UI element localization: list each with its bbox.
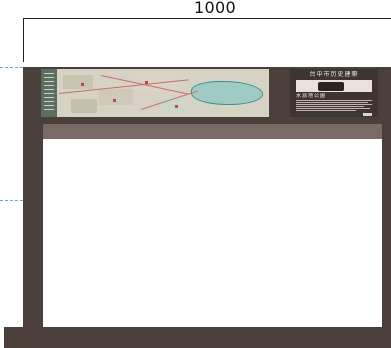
legend-line bbox=[44, 109, 54, 110]
info-title: 台中市历史建築 bbox=[309, 71, 359, 78]
map-district bbox=[71, 99, 97, 113]
map-marker bbox=[81, 83, 84, 86]
map-district bbox=[99, 89, 133, 105]
text-line bbox=[296, 104, 372, 105]
right-post bbox=[382, 120, 391, 330]
map-park bbox=[161, 97, 187, 113]
info-caption: 水源地公園 bbox=[296, 93, 327, 99]
map-marker bbox=[175, 105, 178, 108]
legend-line bbox=[44, 97, 54, 98]
width-dimension-label: 1000 bbox=[194, 0, 236, 17]
map-marker bbox=[145, 81, 148, 84]
map-marker bbox=[113, 99, 116, 102]
text-line bbox=[296, 110, 356, 111]
legend-line bbox=[44, 85, 54, 86]
text-line bbox=[296, 102, 368, 103]
left-post bbox=[23, 120, 43, 330]
crossbeam-inner-panel bbox=[43, 124, 382, 139]
text-line bbox=[296, 108, 370, 109]
legend-line bbox=[44, 105, 54, 106]
map-district bbox=[63, 75, 93, 89]
legend-line bbox=[44, 77, 54, 78]
map-panel bbox=[41, 69, 269, 117]
text-line bbox=[296, 100, 372, 101]
signboard-elevation-drawing: 1000 台中市历史建築 水源地公園 bbox=[0, 0, 391, 348]
info-photo bbox=[296, 80, 372, 92]
info-panel: 台中市历史建築 水源地公園 bbox=[290, 69, 378, 117]
dimension-extension-line bbox=[23, 18, 24, 62]
lower-blank-panel bbox=[43, 139, 382, 327]
map-legend-strip bbox=[41, 69, 57, 117]
dimension-line bbox=[23, 18, 391, 19]
legend-line bbox=[44, 93, 54, 94]
text-line bbox=[296, 106, 364, 107]
legend-line bbox=[44, 73, 54, 74]
lake-icon bbox=[191, 81, 263, 105]
legend-line bbox=[44, 81, 54, 82]
info-body-text bbox=[296, 100, 372, 112]
legend-line bbox=[44, 89, 54, 90]
base-plinth bbox=[4, 327, 391, 348]
legend-line bbox=[44, 101, 54, 102]
info-badge bbox=[363, 113, 372, 116]
building-photo bbox=[318, 82, 344, 91]
